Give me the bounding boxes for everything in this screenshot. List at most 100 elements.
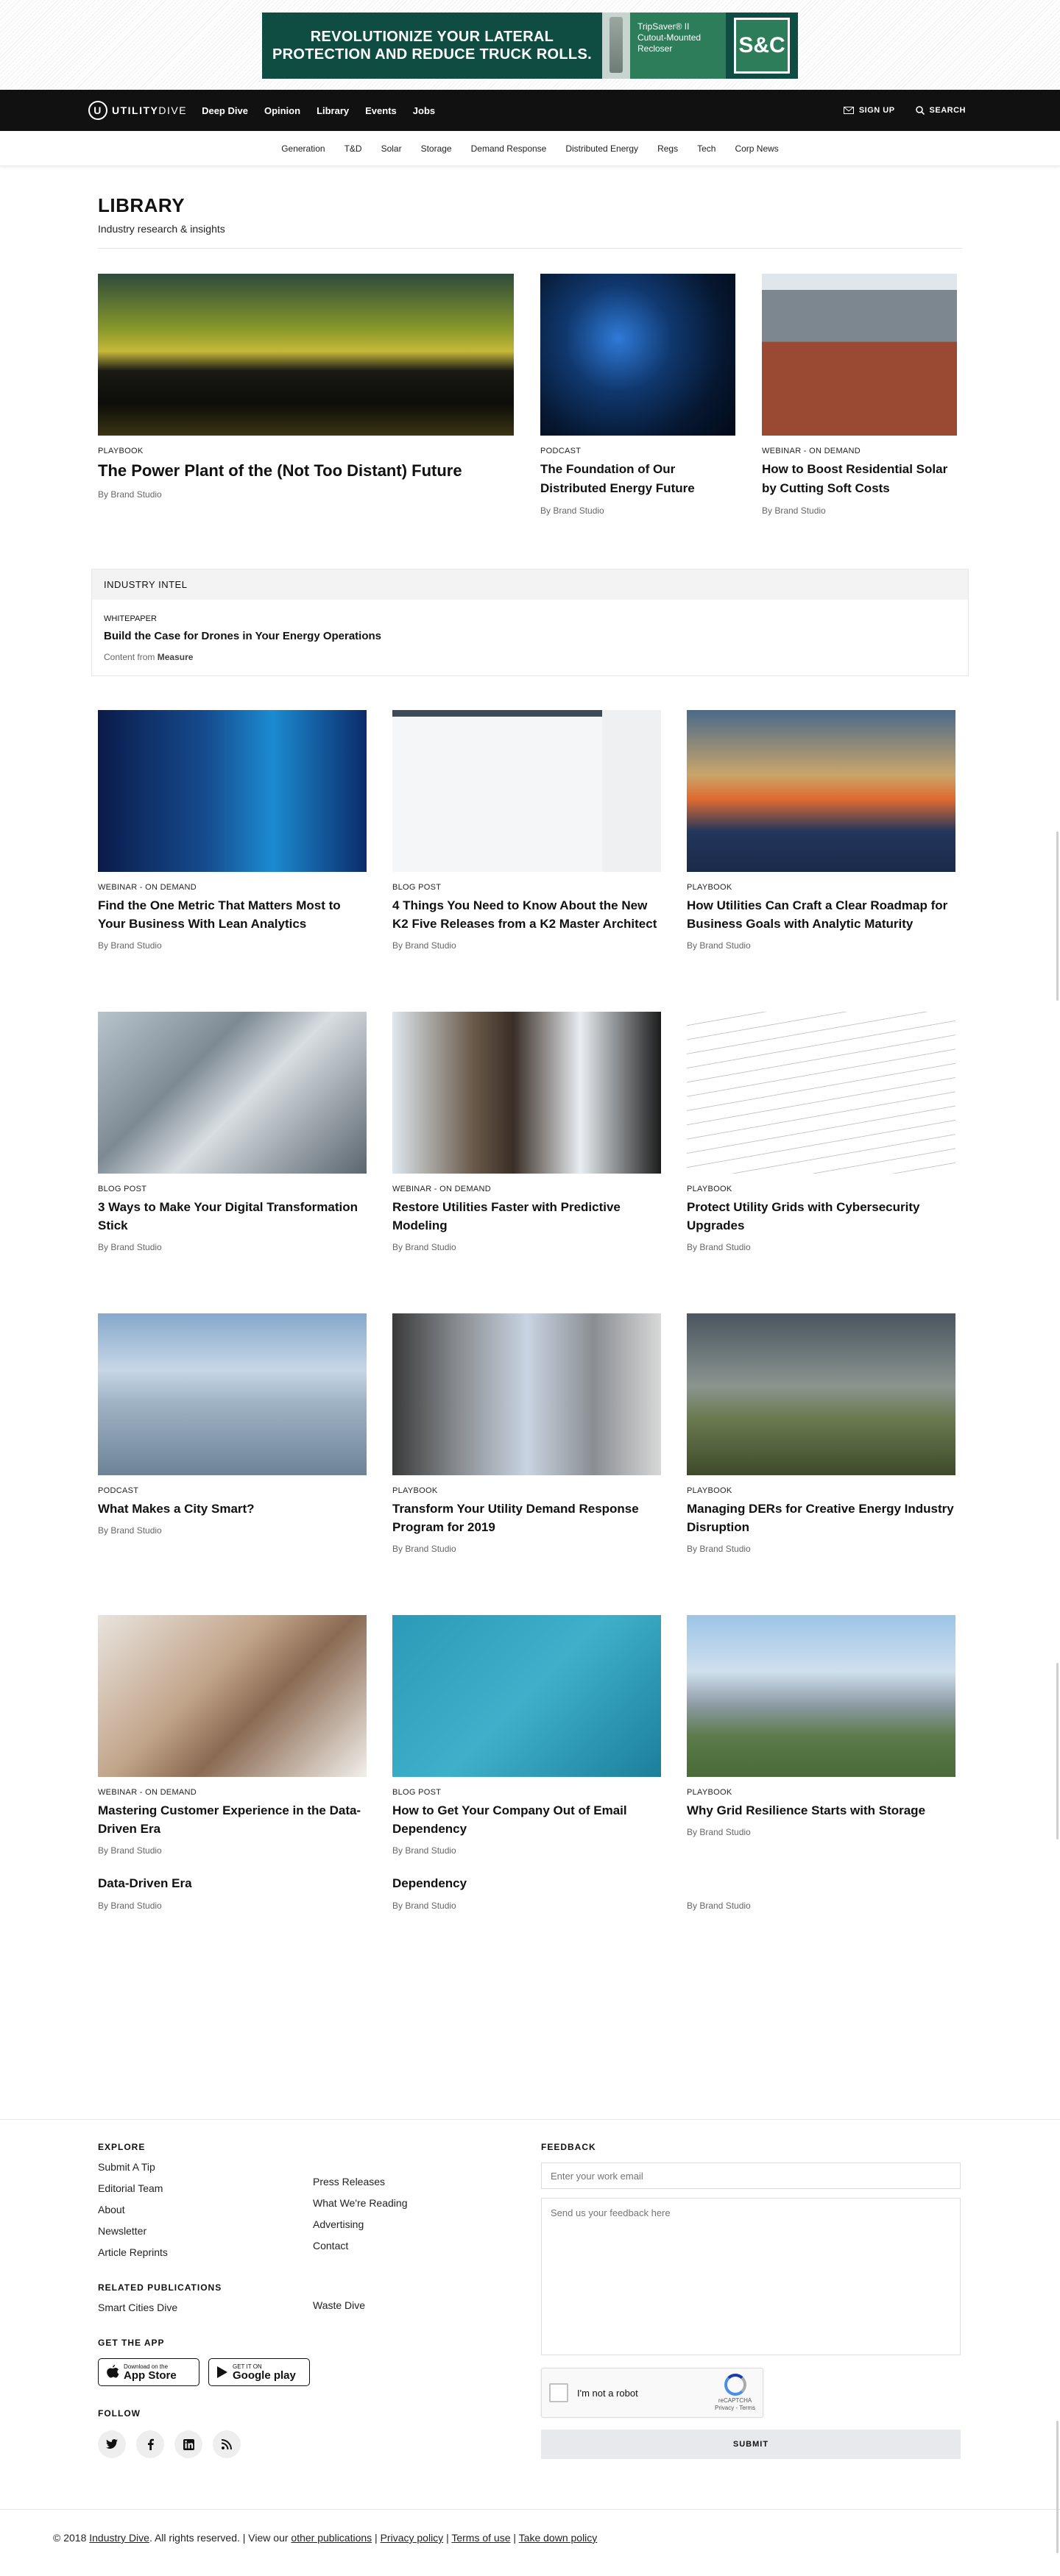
signup-label: SIGN UP — [858, 106, 895, 115]
library-card[interactable]: PODCAST What Makes a City Smart? By Bran… — [98, 1313, 367, 1554]
topic-demand-response[interactable]: Demand Response — [471, 143, 547, 154]
footer-link-press-releases[interactable]: Press Releases — [313, 2176, 541, 2188]
nav-events[interactable]: Events — [365, 105, 397, 116]
topic-generation[interactable]: Generation — [281, 143, 325, 154]
card-title: The Foundation of Our Distributed Energy… — [540, 462, 695, 495]
footer-link-editorial-team[interactable]: Editorial Team — [98, 2182, 313, 2195]
footer-link-article-reprints[interactable]: Article Reprints — [98, 2246, 313, 2259]
card-byline: By Brand Studio — [392, 1544, 456, 1554]
card-title: How to Boost Residential Solar by Cuttin… — [762, 462, 948, 495]
copyright-text: . All rights reserved. | View our — [149, 2532, 289, 2544]
google-play-badge[interactable]: GET IT ON Google play — [208, 2358, 310, 2386]
nav-library[interactable]: Library — [317, 105, 349, 116]
app-badges: Download on the App Store GET IT ON Google… — [98, 2358, 313, 2386]
related-smart-cities-dive[interactable]: Smart Cities Dive — [98, 2302, 313, 2314]
scrollbar-thumb[interactable] — [1056, 1663, 1059, 1839]
overflow-item[interactable]: Data-Driven Era By Brand Studio — [98, 1874, 367, 1911]
network-image — [540, 274, 735, 436]
library-card[interactable]: WEBINAR - ON DEMAND Mastering Customer E… — [98, 1615, 367, 1856]
main-content: LIBRARY Industry research & insights PLA… — [91, 194, 969, 1911]
facebook-icon[interactable] — [136, 2430, 164, 2458]
other-publications-link[interactable]: other publications — [291, 2532, 372, 2544]
card-title: Managing DERs for Creative Energy Indust… — [687, 1502, 954, 1534]
featured-card[interactable]: PODCAST The Foundation of Our Distribute… — [540, 274, 735, 516]
featured-card[interactable]: PLAYBOOK The Power Plant of the (Not Too… — [98, 274, 514, 516]
submit-button[interactable]: SUBMIT — [541, 2430, 961, 2459]
topic-solar[interactable]: Solar — [381, 143, 402, 154]
smartphones-image — [98, 1615, 367, 1777]
site-logo[interactable]: U UTILITY DIVE — [88, 101, 187, 120]
card-category: WEBINAR - ON DEMAND — [392, 1185, 492, 1193]
library-card[interactable]: BLOG POST 3 Ways to Make Your Digital Tr… — [98, 1012, 367, 1252]
ad-product-line1: TripSaver® II — [637, 21, 690, 32]
feedback-form: FEEDBACK I'm not a robot reCAPTCHAPrivac… — [541, 2142, 961, 2459]
topic-tech[interactable]: Tech — [697, 143, 716, 154]
footer-link-newsletter[interactable]: Newsletter — [98, 2225, 313, 2238]
pylon-field-image — [687, 1313, 955, 1475]
topic-distributed-energy[interactable]: Distributed Energy — [565, 143, 638, 154]
card-category: WEBINAR - ON DEMAND — [98, 1788, 197, 1797]
topic-regs[interactable]: Regs — [657, 143, 678, 154]
footer-link-what-were-reading[interactable]: What We're Reading — [313, 2197, 541, 2210]
signup-link[interactable]: SIGN UP — [843, 106, 895, 115]
twitter-icon[interactable] — [98, 2430, 126, 2458]
nav-jobs[interactable]: Jobs — [413, 105, 435, 116]
library-card[interactable]: WEBINAR - ON DEMAND Find the One Metric … — [98, 710, 367, 951]
card-byline: By Brand Studio — [540, 505, 604, 516]
library-card[interactable]: PLAYBOOK Managing DERs for Creative Ener… — [687, 1313, 955, 1554]
topic-t-and-d[interactable]: T&D — [344, 143, 362, 154]
search-label: SEARCH — [929, 106, 966, 115]
library-card[interactable]: BLOG POST How to Get Your Company Out of… — [392, 1615, 661, 1856]
industry-dive-link[interactable]: Industry Dive — [89, 2532, 149, 2544]
take-down-policy-link[interactable]: Take down policy — [519, 2532, 598, 2544]
rss-icon[interactable] — [213, 2430, 241, 2458]
ad-logo-text: S&C — [734, 18, 790, 74]
app-heading: GET THE APP — [98, 2338, 165, 2348]
library-card[interactable]: PLAYBOOK Protect Utility Grids with Cybe… — [687, 1012, 955, 1252]
topic-corp-news[interactable]: Corp News — [735, 143, 778, 154]
card-title: 3 Ways to Make Your Digital Transformati… — [98, 1200, 358, 1232]
footer-link-submit-tip[interactable]: Submit A Tip — [98, 2161, 313, 2174]
linkedin-icon[interactable] — [174, 2430, 202, 2458]
featured-card[interactable]: WEBINAR - ON DEMAND How to Boost Residen… — [762, 274, 957, 516]
footer-link-about[interactable]: About — [98, 2204, 313, 2216]
intel-item[interactable]: WHITEPAPER Build the Case for Drones in … — [92, 600, 968, 675]
card-category: PLAYBOOK — [392, 1486, 438, 1495]
overflow-byline: By Brand Studio — [392, 1901, 456, 1911]
overflow-item[interactable]: Dependency By Brand Studio — [392, 1874, 661, 1911]
library-card[interactable]: PLAYBOOK How Utilities Can Craft a Clear… — [687, 710, 955, 951]
feedback-textarea[interactable] — [541, 2198, 961, 2355]
card-category: BLOG POST — [98, 1185, 147, 1193]
search-link[interactable]: SEARCH — [915, 106, 966, 115]
lineworker-image — [392, 1012, 661, 1174]
card-category: PLAYBOOK — [687, 1486, 732, 1495]
library-card[interactable]: PLAYBOOK Transform Your Utility Demand R… — [392, 1313, 661, 1554]
card-byline: By Brand Studio — [687, 940, 751, 951]
ad-product-line2: Cutout-Mounted — [637, 32, 702, 43]
feedback-email-input[interactable] — [541, 2162, 961, 2189]
overflow-item[interactable]: By Brand Studio — [687, 1874, 955, 1911]
scrollbar-thumb[interactable] — [1056, 831, 1059, 1001]
recaptcha-checkbox[interactable] — [549, 2383, 568, 2402]
overflow-title: Data-Driven Era — [98, 1876, 192, 1890]
library-card[interactable]: WEBINAR - ON DEMAND Restore Utilities Fa… — [392, 1012, 661, 1252]
ad-banner[interactable]: REVOLUTIONIZE YOUR LATERAL PROTECTION AND… — [262, 13, 798, 79]
card-title: Why Grid Resilience Starts with Storage — [687, 1803, 926, 1817]
scrollbar-thumb[interactable] — [1056, 2421, 1059, 2553]
footer-link-advertising[interactable]: Advertising — [313, 2218, 541, 2231]
intel-heading: INDUSTRY INTEL — [92, 570, 968, 600]
library-card[interactable]: PLAYBOOK Why Grid Resilience Starts with… — [687, 1615, 955, 1856]
transmission-tower-image — [687, 1012, 955, 1174]
explore-heading: EXPLORE — [98, 2142, 146, 2152]
terms-of-use-link[interactable]: Terms of use — [451, 2532, 510, 2544]
footer-link-contact[interactable]: Contact — [313, 2240, 541, 2252]
card-byline: By Brand Studio — [687, 1242, 751, 1252]
library-card[interactable]: BLOG POST 4 Things You Need to Know Abou… — [392, 710, 661, 951]
related-waste-dive[interactable]: Waste Dive — [313, 2299, 541, 2312]
nav-opinion[interactable]: Opinion — [264, 105, 300, 116]
privacy-policy-link[interactable]: Privacy policy — [381, 2532, 444, 2544]
nav-deep-dive[interactable]: Deep Dive — [202, 105, 248, 116]
topic-storage[interactable]: Storage — [421, 143, 452, 154]
app-store-badge[interactable]: Download on the App Store — [98, 2358, 199, 2386]
copyright-prefix: © 2018 — [53, 2532, 87, 2544]
